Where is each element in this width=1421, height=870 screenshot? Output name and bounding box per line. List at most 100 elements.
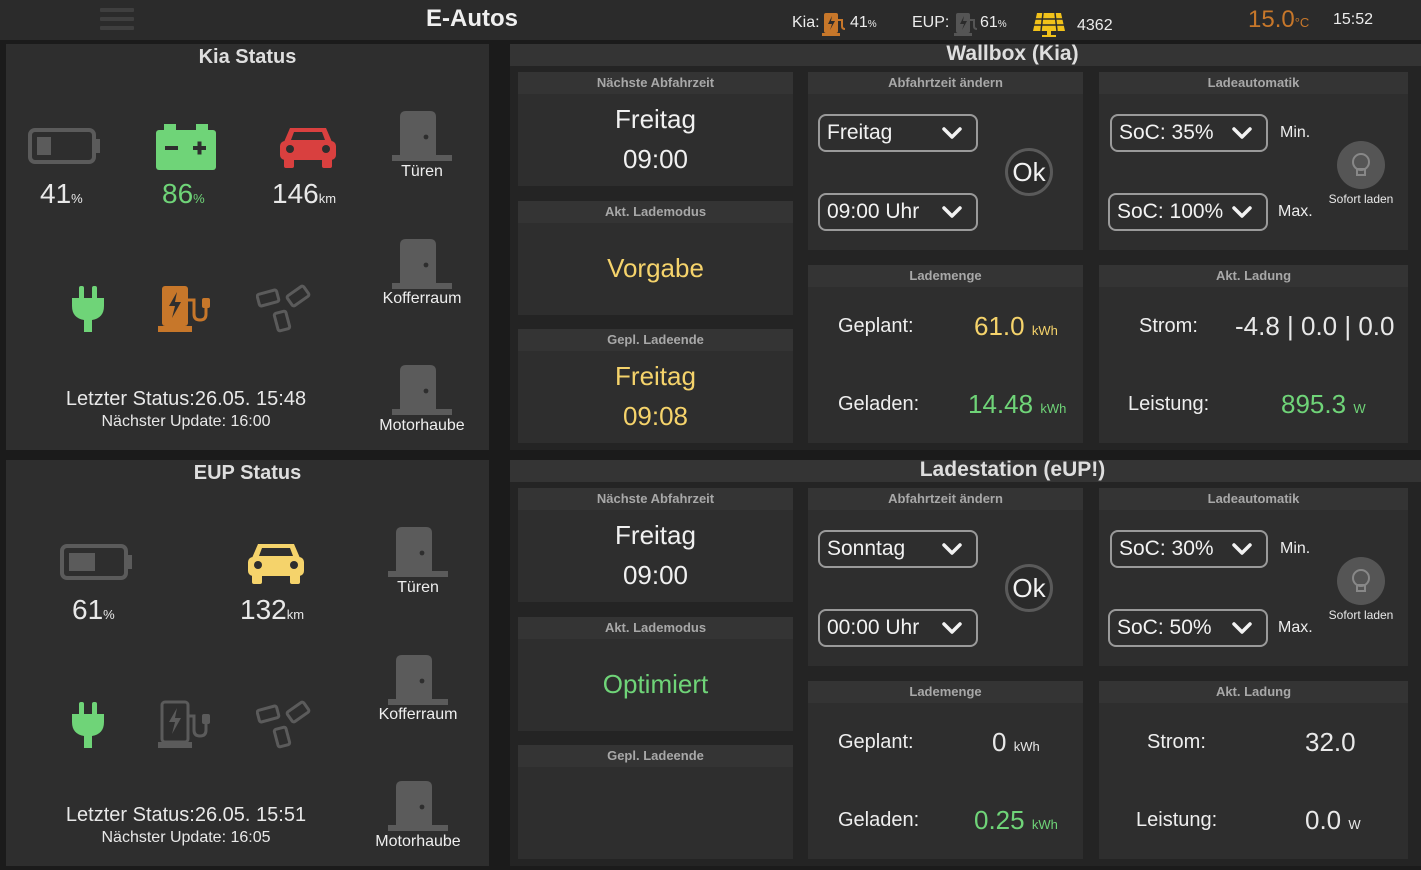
door-icon bbox=[388, 527, 448, 577]
tile-header: Lademenge bbox=[808, 265, 1083, 287]
hood-icon bbox=[392, 365, 452, 415]
station-next-departure-tile: Nächste Abfahrzeit Freitag 09:00 bbox=[518, 488, 793, 602]
current-value: -4.8 | 0.0 | 0.0 bbox=[1235, 311, 1395, 341]
trunk-label: Kofferraum bbox=[382, 290, 462, 307]
planned-label: Geplant: bbox=[838, 315, 914, 337]
battery-12v-value: 41 bbox=[40, 178, 72, 209]
station-charge-amount-tile: Lademenge Geplant: 0 kWh Geladen: 0.25 k… bbox=[808, 681, 1083, 859]
max-soc-select[interactable]: SoC: 50% bbox=[1108, 609, 1268, 647]
plug-icon bbox=[72, 702, 104, 748]
km-unit: km bbox=[318, 191, 337, 206]
temperature-unit: °C bbox=[1294, 15, 1310, 30]
min-soc-select[interactable]: SoC: 30% bbox=[1110, 530, 1268, 568]
min-soc-value: SoC: 35% bbox=[1119, 121, 1214, 144]
kia-next-update: Nächster Update: 16:00 bbox=[101, 413, 271, 430]
charged-label: Geladen: bbox=[838, 809, 920, 831]
battery-12v-icon bbox=[28, 128, 100, 164]
chevron-down-icon bbox=[942, 622, 962, 634]
tile-header: Nächste Abfahrzeit bbox=[518, 488, 793, 510]
departure-day-select[interactable]: Sonntag bbox=[818, 530, 978, 568]
min-soc-value: SoC: 30% bbox=[1119, 537, 1214, 560]
planned-end-time: 09:08 bbox=[622, 401, 689, 431]
ok-button[interactable]: Ok bbox=[1005, 564, 1053, 612]
kwh-unit: kWh bbox=[1013, 739, 1040, 754]
solar-panel-icon bbox=[1033, 12, 1065, 37]
eup-battery-value: 61 bbox=[72, 594, 104, 625]
instant-charge-button[interactable] bbox=[1337, 141, 1385, 189]
station-title: Ladestation (eUP!) bbox=[919, 458, 1106, 481]
planned-value: 61.0 bbox=[974, 311, 1025, 341]
current-label: Strom: bbox=[1139, 315, 1198, 337]
departure-time-select[interactable]: 09:00 Uhr bbox=[818, 193, 978, 231]
tile-header: Akt. Lademodus bbox=[518, 617, 793, 639]
percent-unit: % bbox=[193, 191, 205, 206]
eup-last-status: Letzter Status:26.05. 15:51 bbox=[65, 804, 307, 826]
planned-label: Geplant: bbox=[838, 731, 914, 753]
menu-icon[interactable] bbox=[100, 8, 134, 38]
next-departure-time: 09:00 bbox=[622, 144, 689, 174]
max-label: Max. bbox=[1278, 619, 1313, 636]
hood-label: Motorhaube bbox=[375, 833, 461, 850]
hood-icon bbox=[388, 781, 448, 831]
station-planned-end-tile: Gepl. Ladeende bbox=[518, 745, 793, 859]
charge-mode-value: Vorgabe bbox=[607, 253, 704, 283]
wallbox-current-charge-tile: Akt. Ladung Strom: -4.8 | 0.0 | 0.0 Leis… bbox=[1099, 265, 1408, 443]
instant-charge-button[interactable] bbox=[1337, 557, 1385, 605]
hv-battery-value: 86 bbox=[162, 178, 194, 209]
kwh-unit: kWh bbox=[1031, 323, 1058, 338]
percent-unit: % bbox=[71, 191, 83, 206]
tile-header: Ladeautomatik bbox=[1099, 488, 1408, 510]
door-icon bbox=[392, 111, 452, 161]
max-soc-value: SoC: 100% bbox=[1117, 200, 1224, 223]
clock: 15:52 bbox=[1333, 11, 1374, 28]
wallbox-planned-end-tile: Gepl. Ladeende Freitag 09:08 bbox=[518, 329, 793, 443]
kia-status-title: Kia Status bbox=[198, 46, 297, 68]
min-soc-select[interactable]: SoC: 35% bbox=[1110, 114, 1268, 152]
tile-header: Abfahrtzeit ändern bbox=[808, 72, 1083, 94]
tile-header: Akt. Ladung bbox=[1099, 681, 1408, 703]
ok-button[interactable]: Ok bbox=[1005, 148, 1053, 196]
lightbulb-icon bbox=[1352, 569, 1370, 592]
eup-label: EUP: bbox=[912, 14, 950, 31]
tile-header: Akt. Lademodus bbox=[518, 201, 793, 223]
min-label: Min. bbox=[1280, 540, 1311, 557]
tile-header: Gepl. Ladeende bbox=[518, 745, 793, 767]
departure-time-value: 00:00 Uhr bbox=[827, 616, 920, 639]
next-departure-time: 09:00 bbox=[622, 560, 689, 590]
planned-end-day: Freitag bbox=[615, 361, 696, 391]
wallbox-auto-charge-tile: Ladeautomatik SoC: 35% Min. SoC: 100% Ma… bbox=[1099, 72, 1408, 250]
watt-unit: W bbox=[1348, 817, 1361, 832]
next-departure-day: Freitag bbox=[615, 104, 696, 134]
chevron-down-icon bbox=[942, 127, 962, 139]
percent-unit: % bbox=[103, 607, 115, 622]
chevron-down-icon bbox=[1232, 622, 1252, 634]
station-section: Ladestation (eUP!) Nächste Abfahrzeit Fr… bbox=[510, 458, 1421, 866]
range-value: 146 bbox=[272, 178, 319, 209]
max-soc-select[interactable]: SoC: 100% bbox=[1108, 193, 1268, 231]
chevron-down-icon bbox=[942, 206, 962, 218]
current-value: 32.0 bbox=[1305, 727, 1356, 757]
instant-charge-label: Sofort laden bbox=[1328, 608, 1394, 622]
kwh-unit: kWh bbox=[1040, 401, 1067, 416]
departure-time-select[interactable]: 00:00 Uhr bbox=[818, 609, 978, 647]
tile-header: Nächste Abfahrzeit bbox=[518, 72, 793, 94]
eup-soc-value: 61 bbox=[980, 14, 998, 31]
station-current-charge-tile: Akt. Ladung Strom: 32.0 Leistung: 0.0 W bbox=[1099, 681, 1408, 859]
departure-day-select[interactable]: Freitag bbox=[818, 114, 978, 152]
max-label: Max. bbox=[1278, 203, 1313, 220]
trunk-icon bbox=[388, 655, 448, 705]
eup-status-panel: EUP Status 61% 132km Türen Kofferraum Mo… bbox=[6, 460, 489, 866]
departure-day-value: Freitag bbox=[827, 121, 893, 144]
kia-status-panel: Kia Status 41% 86% 146km Türen Kofferrau… bbox=[6, 44, 489, 450]
eup-range-value: 132 bbox=[240, 594, 287, 625]
plug-icon bbox=[72, 286, 104, 332]
power-label: Leistung: bbox=[1136, 809, 1218, 831]
cable-unlocked-icon bbox=[256, 284, 311, 333]
km-unit: km bbox=[286, 607, 305, 622]
app-title: E-Autos bbox=[426, 5, 518, 32]
kia-label: Kia: bbox=[792, 14, 820, 31]
eup-status-title: EUP Status bbox=[193, 462, 302, 484]
departure-day-value: Sonntag bbox=[827, 537, 906, 560]
car-range-icon bbox=[280, 128, 336, 168]
trunk-label: Kofferraum bbox=[378, 706, 458, 723]
